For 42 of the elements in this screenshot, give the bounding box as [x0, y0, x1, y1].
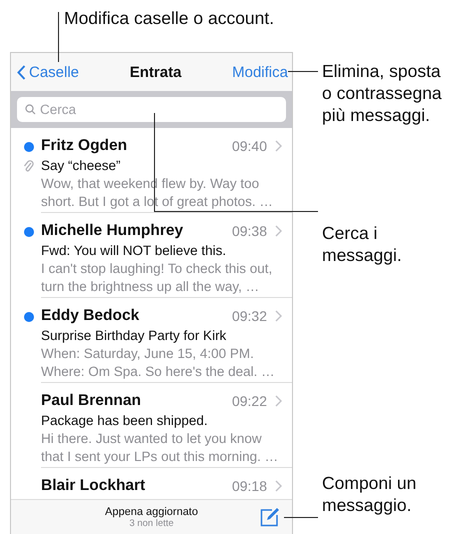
sender-name: Paul Brennan: [41, 392, 141, 410]
message-time: 09:40: [232, 138, 267, 154]
chevron-icon: [275, 225, 282, 237]
message-subject: Surprise Birthday Party for Kirk: [41, 327, 228, 345]
edit-link[interactable]: Modifica: [232, 64, 288, 80]
message-time: 09:32: [232, 308, 267, 324]
chevron-icon: [275, 140, 282, 152]
search-icon: [25, 104, 36, 115]
message-time: 09:38: [232, 223, 267, 239]
back-chevron-icon: [17, 64, 26, 80]
chevron-icon: [275, 310, 282, 322]
screen-title: Entrata: [130, 64, 182, 80]
message-time: 09:18: [232, 478, 267, 494]
message-preview: When: Saturday, June 15, 4:00 PM. Where: Om Spa. So here's the deal. …: [41, 345, 276, 381]
unread-count: 3 non lette: [129, 518, 174, 528]
message-subject: Package has been shipped.: [41, 412, 209, 430]
message-time: 09:22: [232, 393, 267, 409]
update-status: Appena aggiornato: [105, 506, 198, 518]
message-row[interactable]: Paul Brennan 09:22 Package has been shipped. Hi there. Just wanted to let you know that I sent your LPs out this morning. …: [11, 383, 292, 468]
chevron-icon: [275, 480, 282, 492]
sender-name: Fritz Ogden: [41, 137, 128, 155]
leader-line: [58, 12, 59, 62]
message-row[interactable]: Eddy Bedock 09:32 Surprise Birthday Party for Kirk When: Saturday, June 15, 4:00 PM. Where: Om Spa. So here's the deal. …: [11, 298, 292, 383]
message-subject: Say “cheese”: [41, 157, 122, 175]
callout-text: Cerca i messaggi.: [322, 222, 403, 266]
message-row[interactable]: Michelle Humphrey 09:38 Fwd: You will NOT believe this. I can't stop laughing! To check this out, turn the brightness up all the way, …: [11, 213, 292, 298]
message-subject: Fwd: You will NOT believe this.: [41, 242, 228, 260]
sender-name: Michelle Humphrey: [41, 222, 184, 240]
compose-icon[interactable]: [260, 507, 280, 527]
search-placeholder: Cerca: [40, 102, 76, 117]
message-preview: I can't stop laughing! To check this out, turn the brightness up all the way, …: [41, 260, 274, 296]
leader-line: [284, 517, 318, 518]
callout-text: Componi un messaggio.: [322, 472, 418, 516]
callout-text: Modifica caselle o account.: [64, 7, 276, 29]
chevron-icon: [275, 395, 282, 407]
message-row[interactable]: Blair Lockhart 09:18: [11, 468, 292, 498]
callout-text: Elimina, sposta o contrassegna più messaggi.: [322, 60, 443, 126]
message-preview: Hi there. Just wanted to let you know that I sent your LPs out this morning. …: [41, 430, 280, 466]
leader-line: [288, 71, 318, 72]
back-link[interactable]: Caselle: [17, 64, 80, 80]
sender-name: Blair Lockhart: [41, 477, 146, 495]
sender-name: Eddy Bedock: [41, 307, 140, 325]
